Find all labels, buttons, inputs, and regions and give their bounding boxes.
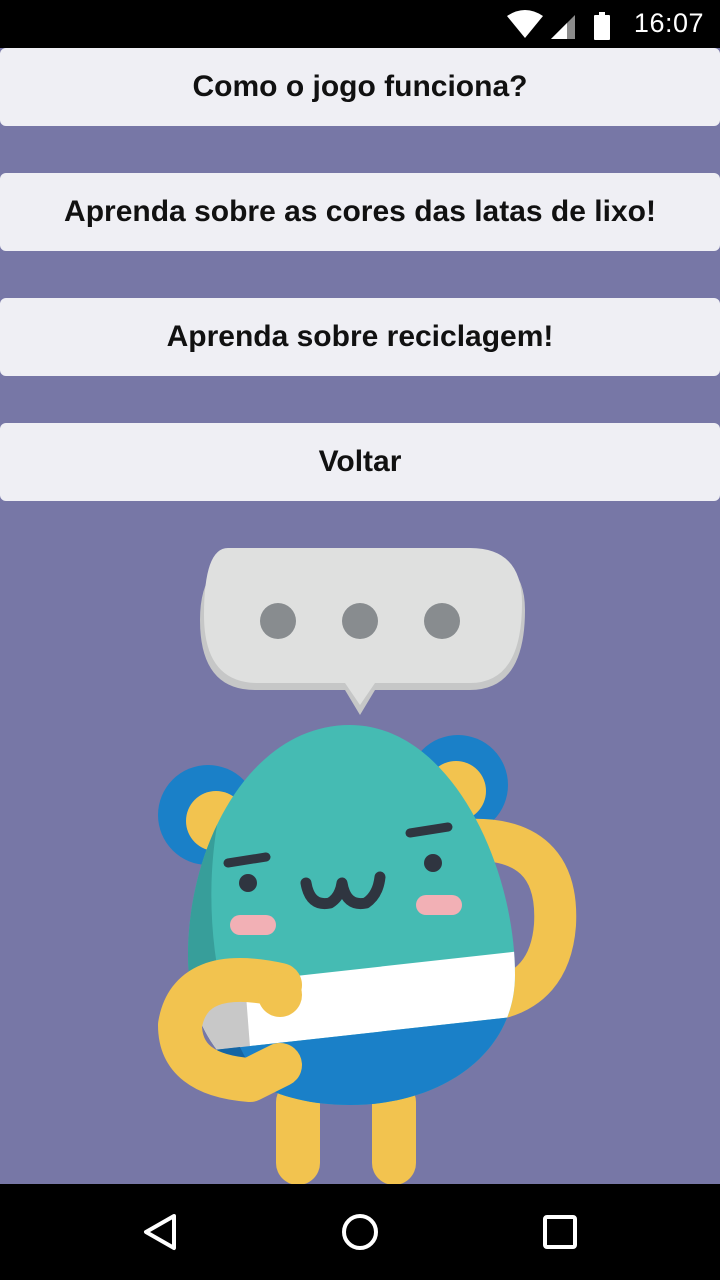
mascot-illustration xyxy=(158,548,577,1185)
wifi-icon xyxy=(507,10,543,38)
navigation-bar xyxy=(0,1184,720,1280)
back-button[interactable]: Voltar xyxy=(0,423,720,501)
how-it-works-button[interactable]: Como o jogo funciona? xyxy=(0,48,720,126)
trash-colors-button[interactable]: Aprenda sobre as cores das latas de lixo… xyxy=(0,173,720,251)
recents-square-icon[interactable] xyxy=(530,1202,590,1262)
status-bar: 16:07 xyxy=(0,0,720,48)
status-icons xyxy=(507,10,610,40)
battery-icon xyxy=(594,12,610,40)
bubble-dot xyxy=(342,603,378,639)
back-triangle-icon[interactable] xyxy=(130,1202,190,1262)
speech-bubble xyxy=(200,548,525,715)
recycling-button[interactable]: Aprenda sobre reciclagem! xyxy=(0,298,720,376)
home-circle-icon[interactable] xyxy=(330,1202,390,1262)
bubble-dot xyxy=(260,603,296,639)
signal-icon xyxy=(551,15,575,39)
bubble-dot xyxy=(424,603,460,639)
status-time: 16:07 xyxy=(633,8,704,38)
